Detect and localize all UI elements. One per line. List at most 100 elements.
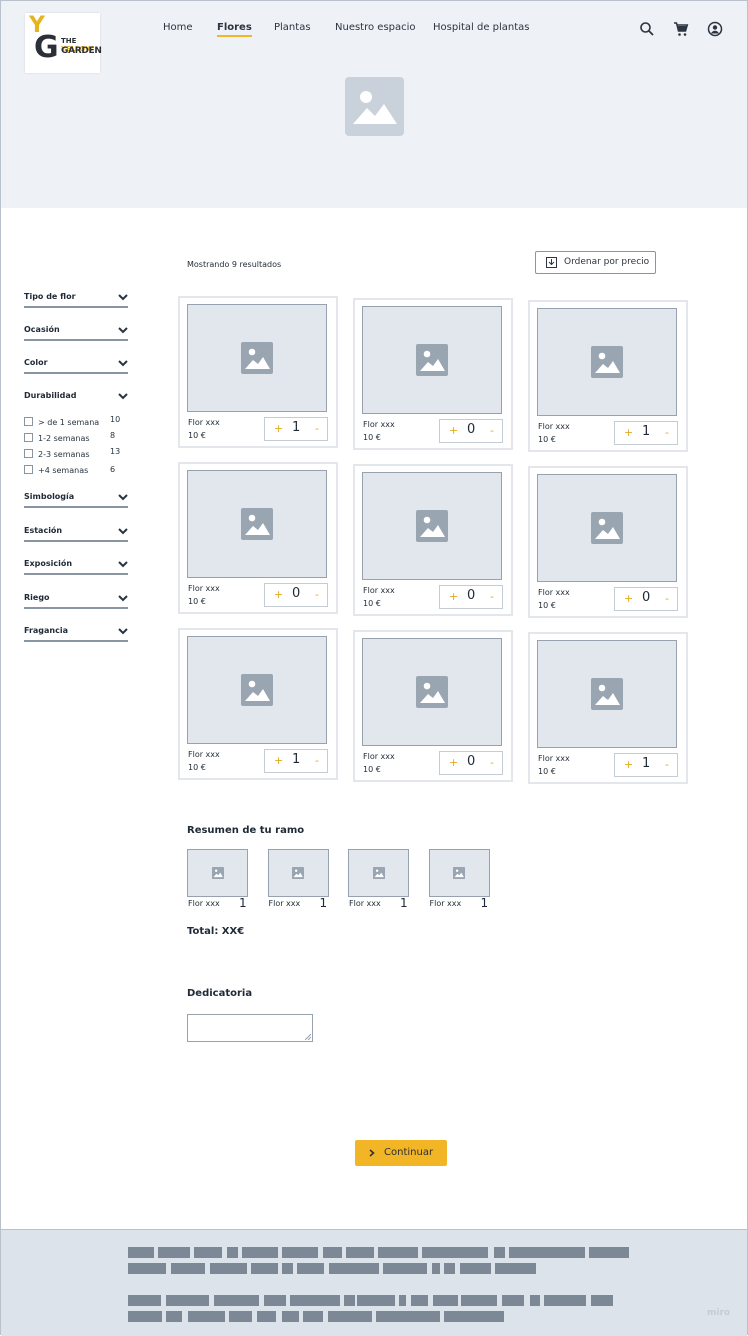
hero-image-placeholder (345, 77, 404, 136)
filter-durabilidad[interactable]: Durabilidad (24, 391, 128, 405)
decrement-button[interactable]: - (490, 424, 494, 437)
increment-button[interactable]: + (449, 424, 458, 437)
option-label: 1-2 semanas (38, 434, 90, 443)
decrement-button[interactable]: - (490, 590, 494, 603)
product-card[interactable]: Flor xxx 10 € + 1 - (528, 632, 688, 784)
quantity-stepper[interactable]: + 1 - (264, 749, 328, 773)
option-mas-de-1-semana[interactable]: > de 1 semana (24, 417, 99, 427)
filter-label: Durabilidad (24, 391, 77, 400)
filter-ocasion[interactable]: Ocasión (24, 325, 128, 341)
checkbox[interactable] (24, 417, 33, 426)
cart-icon[interactable] (673, 21, 689, 37)
continue-label: Continuar (384, 1147, 434, 1158)
product-card[interactable]: Flor xxx 10 € + 0 - (528, 466, 688, 618)
option-label: > de 1 semana (38, 418, 100, 427)
image-icon (353, 91, 397, 124)
decrement-button[interactable]: - (490, 756, 494, 769)
decrement-button[interactable]: - (665, 592, 669, 605)
nav-hospital[interactable]: Hospital de plantas (433, 22, 530, 33)
filter-tipo-de-flor[interactable]: Tipo de flor (24, 292, 128, 308)
option-4-semanas[interactable]: +4 semanas (24, 465, 88, 475)
option-1-2-semanas[interactable]: 1-2 semanas (24, 433, 90, 443)
image-icon (416, 344, 448, 376)
quantity-value: 1 (642, 756, 651, 771)
image-icon (591, 346, 623, 378)
product-card[interactable]: Flor xxx 10 € + 0 - (178, 462, 338, 614)
nav-flores[interactable]: Flores (217, 22, 252, 37)
nav-plantas[interactable]: Plantas (274, 22, 311, 33)
increment-button[interactable]: + (449, 590, 458, 603)
resize-handle-icon[interactable] (305, 1034, 311, 1040)
summary-item-qty: 1 (319, 896, 328, 910)
chevron-down-icon (118, 327, 128, 334)
product-card[interactable]: Flor xxx 10 € + 1 - (178, 296, 338, 448)
footer-text-placeholder (229, 1311, 252, 1322)
quantity-stepper[interactable]: + 1 - (614, 421, 678, 445)
quantity-stepper[interactable]: + 0 - (439, 419, 503, 443)
quantity-stepper[interactable]: + 0 - (264, 583, 328, 607)
filter-color[interactable]: Color (24, 358, 128, 374)
quantity-stepper[interactable]: + 0 - (439, 585, 503, 609)
footer-text-placeholder (432, 1263, 440, 1274)
increment-button[interactable]: + (624, 758, 633, 771)
chevron-down-icon (118, 294, 128, 301)
summary-item-image (348, 849, 409, 897)
option-label: +4 semanas (38, 466, 89, 475)
product-card[interactable]: Flor xxx 10 € + 0 - (353, 630, 513, 782)
increment-button[interactable]: + (449, 756, 458, 769)
summary-item: Flor xxx 1 (267, 849, 329, 910)
decrement-button[interactable]: - (315, 588, 319, 601)
search-icon[interactable] (639, 21, 655, 37)
filter-fragancia[interactable]: Fragancia (24, 626, 128, 642)
product-card[interactable]: Flor xxx 10 € + 0 - (353, 298, 513, 450)
checkbox[interactable] (24, 433, 33, 442)
continue-button[interactable]: Continuar (355, 1140, 447, 1166)
image-icon (292, 867, 304, 879)
quantity-stepper[interactable]: + 0 - (439, 751, 503, 775)
footer-text-placeholder (257, 1311, 276, 1322)
decrement-button[interactable]: - (315, 754, 319, 767)
miro-watermark: miro (707, 1308, 731, 1318)
checkbox[interactable] (24, 465, 33, 474)
footer-text-placeholder (530, 1295, 540, 1306)
decrement-button[interactable]: - (665, 758, 669, 771)
footer-text-placeholder (323, 1247, 342, 1258)
decrement-button[interactable]: - (665, 426, 669, 439)
sort-by-price-button[interactable]: Ordenar por precio (535, 251, 656, 274)
decrement-button[interactable]: - (315, 422, 319, 435)
logo[interactable]: Y G THE YELLOW GARDEN (25, 13, 102, 73)
increment-button[interactable]: + (274, 422, 283, 435)
filter-exposicion[interactable]: Exposición (24, 559, 128, 575)
quantity-stepper[interactable]: + 1 - (614, 753, 678, 777)
footer-text-placeholder (303, 1311, 323, 1322)
filter-estacion[interactable]: Estación (24, 526, 128, 542)
filter-simbologia[interactable]: Simbología (24, 492, 128, 508)
footer-text-placeholder (376, 1311, 440, 1322)
image-icon (591, 512, 623, 544)
footer-text-placeholder (282, 1311, 299, 1322)
increment-button[interactable]: + (624, 592, 633, 605)
product-card[interactable]: Flor xxx 10 € + 0 - (353, 464, 513, 616)
summary-item-image (267, 849, 329, 897)
quantity-stepper[interactable]: + 0 - (614, 587, 678, 611)
image-icon (453, 867, 465, 879)
nav-home[interactable]: Home (163, 22, 193, 33)
checkbox[interactable] (24, 449, 33, 458)
filter-riego[interactable]: Riego (24, 593, 128, 609)
filter-label: Ocasión (24, 325, 60, 334)
logo-line2: GARDEN (61, 46, 102, 56)
product-card[interactable]: Flor xxx 10 € + 1 - (178, 628, 338, 780)
dedication-textarea[interactable] (187, 1014, 313, 1042)
user-icon[interactable] (707, 21, 723, 37)
nav-nuestro-espacio[interactable]: Nuestro espacio (335, 22, 416, 33)
option-count: 8 (110, 431, 116, 440)
footer-text-placeholder (128, 1263, 166, 1274)
increment-button[interactable]: + (274, 754, 283, 767)
quantity-stepper[interactable]: + 1 - (264, 417, 328, 441)
increment-button[interactable]: + (624, 426, 633, 439)
product-image (362, 472, 502, 580)
image-icon (416, 510, 448, 542)
option-2-3-semanas[interactable]: 2-3 semanas (24, 449, 90, 459)
product-card[interactable]: Flor xxx 10 € + 1 - (528, 300, 688, 452)
increment-button[interactable]: + (274, 588, 283, 601)
